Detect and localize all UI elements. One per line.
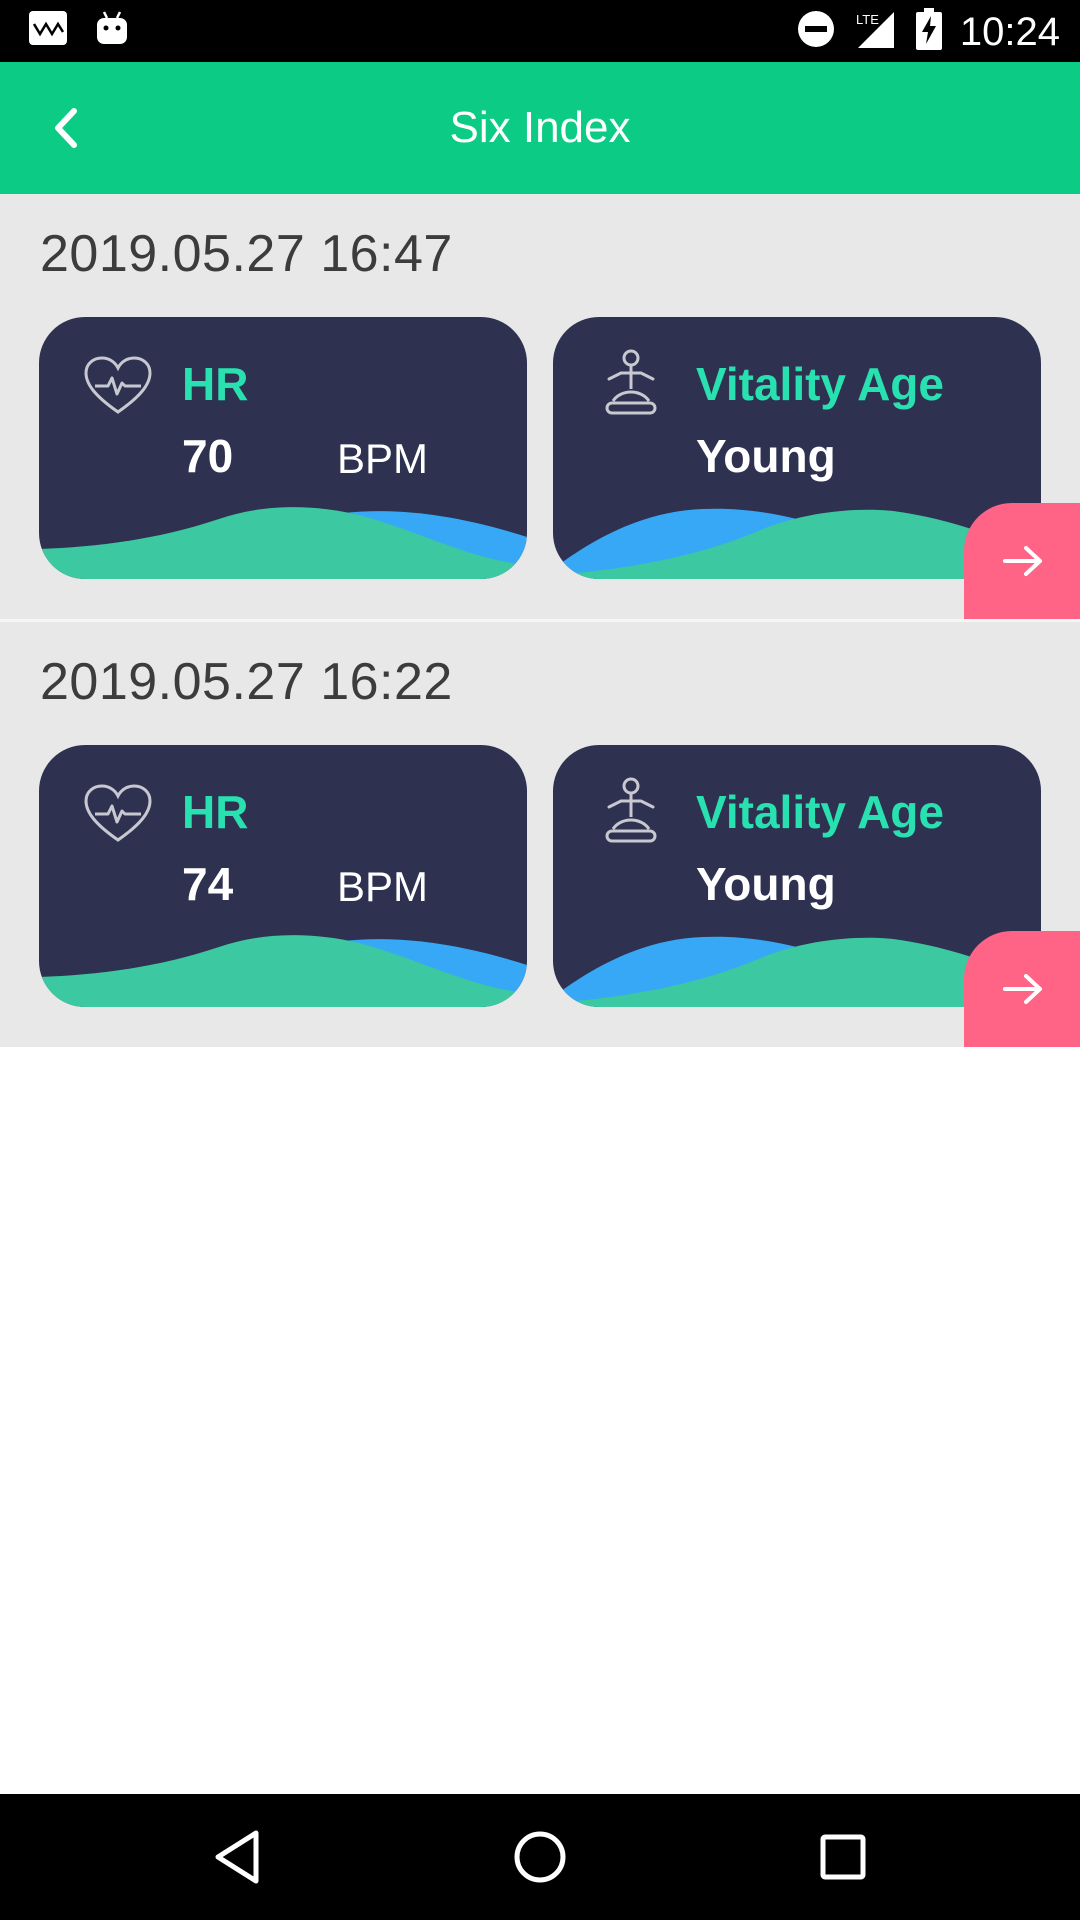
hr-card[interactable]: HR 70 BPM bbox=[39, 317, 527, 579]
vitality-age-label: Vitality Age bbox=[696, 358, 944, 410]
nav-home-button[interactable] bbox=[505, 1822, 575, 1892]
page-title: Six Index bbox=[449, 103, 631, 152]
status-bar: LTE 10:24 bbox=[0, 0, 1080, 62]
recents-square-icon bbox=[820, 1834, 866, 1880]
nav-recents-button[interactable] bbox=[808, 1822, 878, 1892]
hr-value: 74 bbox=[182, 858, 234, 910]
network-type-label: LTE bbox=[856, 12, 879, 27]
record-date: 2019.05.27 16:22 bbox=[40, 653, 453, 711]
nav-back-button[interactable] bbox=[202, 1822, 272, 1892]
hr-label: HR bbox=[182, 358, 249, 410]
hr-unit: BPM bbox=[337, 435, 429, 482]
hr-wave-decoration bbox=[39, 935, 527, 1007]
back-triangle-icon bbox=[215, 1830, 259, 1884]
record-detail-button[interactable] bbox=[964, 503, 1080, 619]
hr-card[interactable]: HR 74 BPM bbox=[39, 745, 527, 1007]
heart-rate-icon bbox=[84, 356, 152, 414]
record-item: 2019.05.27 16:22 HR 74 BPM Vitality Age … bbox=[0, 622, 1080, 1047]
do-not-disturb-icon bbox=[796, 9, 836, 54]
meditation-icon bbox=[605, 777, 657, 843]
hr-wave-decoration bbox=[39, 507, 527, 579]
status-time: 10:24 bbox=[959, 9, 1060, 54]
arrow-right-icon bbox=[1003, 546, 1042, 576]
hr-unit: BPM bbox=[337, 863, 429, 910]
vitality-age-value: Young bbox=[696, 858, 836, 910]
heart-rate-icon bbox=[84, 784, 152, 842]
system-nav-bar bbox=[0, 1794, 1080, 1920]
battery-charging-icon bbox=[915, 8, 942, 55]
vitality-age-value: Young bbox=[696, 430, 836, 482]
home-circle-icon bbox=[514, 1831, 566, 1883]
hr-value: 70 bbox=[182, 430, 234, 482]
wave-notification-icon bbox=[28, 10, 68, 51]
record-date: 2019.05.27 16:47 bbox=[40, 225, 453, 283]
app-bar: Six Index bbox=[0, 62, 1080, 194]
meditation-icon bbox=[605, 349, 657, 415]
signal-icon: LTE bbox=[854, 8, 898, 55]
arrow-right-icon bbox=[1003, 974, 1042, 1004]
android-icon bbox=[96, 10, 128, 51]
vitality-age-label: Vitality Age bbox=[696, 786, 944, 838]
record-item: 2019.05.27 16:47 HR 70 BPM Vitality Age … bbox=[0, 194, 1080, 619]
record-detail-button[interactable] bbox=[964, 931, 1080, 1047]
hr-label: HR bbox=[182, 786, 249, 838]
